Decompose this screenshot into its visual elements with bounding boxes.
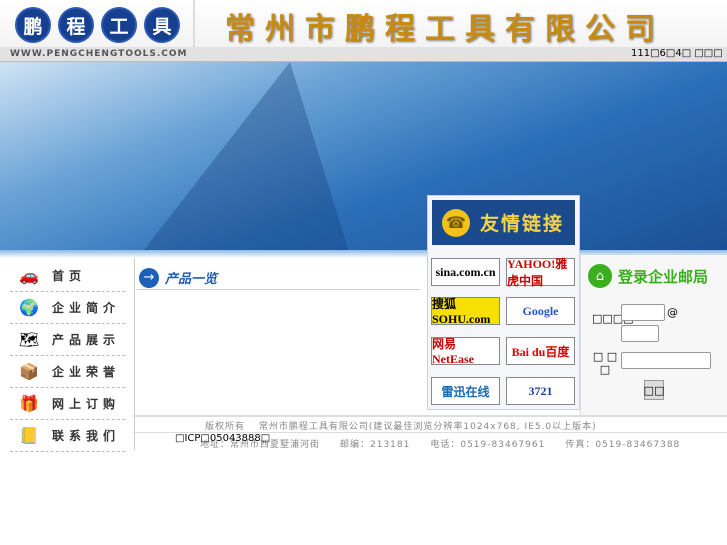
date-text: 111□6□4□ □□□ — [631, 48, 723, 59]
car-icon: 🚗 — [19, 266, 39, 285]
banner-image — [0, 62, 727, 255]
logo-char: 程 — [58, 7, 94, 43]
friend-link[interactable]: YAHOO!雅虎中国 — [506, 257, 575, 288]
nav-item[interactable]: 🎁 网上订购 — [10, 388, 125, 420]
username-input[interactable] — [621, 304, 665, 321]
login-header: ⌂ 登录企业邮局 — [588, 264, 708, 288]
nav-item-label: 网上订购 — [52, 397, 121, 411]
nav-item[interactable]: 📒 联系我们 — [10, 420, 125, 452]
nav-item-label: 企业简介 — [52, 301, 121, 315]
password-label: □ □ □ — [592, 350, 618, 376]
nav-item[interactable]: 🚗 首页 — [10, 260, 125, 292]
password-input[interactable] — [621, 352, 711, 369]
logo-char: 鹏 — [15, 7, 51, 43]
copyright-text: 版权所有 常州市鹏程工具有限公司(建议最佳浏览分辨率1024x768, IE5.… — [205, 422, 597, 432]
nav-item[interactable]: 📦 企业荣誉 — [10, 356, 125, 388]
at-sign: @ — [667, 306, 678, 319]
logo-char: 工 — [101, 7, 137, 43]
friend-link[interactable]: Bai du百度 — [506, 337, 575, 365]
nav-item[interactable]: 🌍 企业简介 — [10, 292, 125, 324]
company-title: 常州市鹏程工具有限公司 — [225, 12, 665, 47]
nav-item-label: 首页 — [52, 269, 87, 283]
friend-links-header: ☎ 友情链接 — [432, 200, 575, 245]
globe-icon: 🌍 — [19, 298, 39, 317]
arrow-right-icon: → — [139, 267, 159, 288]
login-button[interactable]: □□ — [644, 380, 664, 400]
contact-text: 地址：常州市西夏墅浦河街 邮编：213181 电话：0519-83467961 … — [200, 440, 681, 450]
products-title: 产品一览 — [165, 272, 218, 287]
icp-number: □ICP□05043888□ — [175, 433, 271, 444]
nav-item-label: 产品展示 — [52, 333, 121, 347]
building-shape — [140, 62, 350, 255]
phone-icon: ☎ — [442, 208, 470, 237]
gift-icon: 🎁 — [19, 394, 39, 413]
side-nav: 🚗 首页 🌍 企业简介 🗺 产品展示 📦 企业荣誉 🎁 网上订购 📒 联系我们 — [10, 260, 125, 452]
products-header: → 产品一览 — [137, 266, 420, 290]
nav-item-label: 企业荣誉 — [52, 365, 121, 379]
nav-item-label: 联系我们 — [52, 429, 121, 443]
friend-link[interactable]: 搜狐 SOHU.com — [431, 297, 500, 326]
logo-char: 具 — [144, 7, 180, 43]
house-icon: ⌂ — [588, 264, 612, 288]
friend-link[interactable]: Google — [506, 297, 575, 325]
site-url: WWW.PENGCHENGTOOLS.COM — [10, 49, 188, 59]
domain-input[interactable] — [621, 325, 659, 342]
nav-item[interactable]: 🗺 产品展示 — [10, 324, 125, 356]
map-icon: 🗺 — [18, 330, 40, 349]
box-icon: 📦 — [19, 362, 39, 381]
friend-link[interactable]: sina.com.cn — [431, 258, 500, 286]
friend-links-title: 友情链接 — [480, 213, 565, 235]
friend-link[interactable]: 雷迅在线 — [431, 377, 500, 405]
login-title: 登录企业邮局 — [618, 267, 709, 286]
friend-link[interactable]: 3721 — [506, 377, 575, 405]
username-label: □□□□ — [592, 312, 634, 325]
divider — [193, 0, 195, 47]
friend-link[interactable]: 网易 NetEase — [431, 337, 500, 366]
book-icon: 📒 — [19, 426, 39, 445]
